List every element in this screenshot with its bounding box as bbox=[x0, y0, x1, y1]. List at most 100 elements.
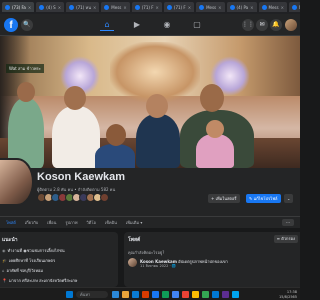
profile-followers[interactable]: ผู้ติดตาม 2.8 พัน คน • กำลังติดตาม 582 ค… bbox=[37, 186, 115, 193]
post-item: Koson Kaewkam อัปเดตรูปภาพหน้าปกของเขา 1… bbox=[128, 258, 296, 278]
cover-person-4-head bbox=[146, 94, 168, 118]
account-avatar[interactable] bbox=[285, 19, 297, 31]
close-tab-icon[interactable]: × bbox=[93, 5, 96, 10]
browser-tab-label: Mess bbox=[299, 5, 300, 10]
cover-person-3-head bbox=[106, 124, 126, 146]
browser-tab-label: Mess bbox=[268, 4, 279, 10]
close-tab-icon[interactable]: × bbox=[250, 5, 253, 10]
edit-profile-button[interactable]: ✎ แก้ไขโปรไฟล์ bbox=[246, 194, 281, 203]
location-pin-icon: 📍 bbox=[2, 278, 7, 283]
profile-tab[interactable]: เพิ่มเติม ▾ bbox=[126, 219, 143, 226]
profile-avatar[interactable] bbox=[0, 158, 34, 206]
facebook-icon bbox=[291, 4, 297, 10]
profile-tab[interactable]: เพื่อน bbox=[47, 219, 56, 226]
close-tab-icon[interactable]: × bbox=[188, 5, 191, 10]
taskbar-app-icon[interactable] bbox=[152, 291, 159, 298]
menu-grid-icon[interactable]: ⋮⋮ bbox=[242, 19, 254, 31]
cover-person-3 bbox=[95, 144, 135, 168]
taskbar-app-icon[interactable] bbox=[132, 291, 139, 298]
facebook-icon bbox=[166, 4, 172, 10]
cover-person-1-head bbox=[17, 82, 35, 102]
search-icon[interactable]: 🔍 bbox=[21, 19, 33, 31]
taskbar-app-icon[interactable] bbox=[112, 291, 119, 298]
browser-tab[interactable]: (4) S × bbox=[36, 2, 65, 12]
close-tab-icon[interactable]: × bbox=[156, 5, 159, 10]
intro-title: แนะนำ bbox=[2, 237, 18, 243]
education-icon: 🎓 bbox=[2, 258, 7, 263]
browser-tab-label: (71) หน bbox=[76, 4, 91, 10]
facebook-icon bbox=[69, 4, 75, 10]
taskbar-search-input[interactable]: ค้นหา bbox=[76, 291, 108, 298]
system-tray-clock[interactable]: 17:38 15/8/2565 bbox=[279, 290, 297, 299]
profile-tab[interactable]: วิดีโอ bbox=[87, 219, 96, 226]
windows-taskbar: ค้นหา 17:38 15/8/2565 bbox=[0, 287, 300, 300]
post-date[interactable]: 11 สิงหาคม 2022 · 🌐 bbox=[140, 263, 176, 269]
facebook-logo-icon[interactable]: f bbox=[4, 18, 18, 32]
taskbar-app-icon[interactable] bbox=[192, 291, 199, 298]
notifications-icon[interactable]: 🔔 bbox=[270, 19, 282, 31]
messenger-icon[interactable]: ✉ bbox=[256, 19, 268, 31]
close-tab-icon[interactable]: × bbox=[281, 5, 284, 10]
taskbar-app-icon[interactable] bbox=[182, 291, 189, 298]
close-tab-icon[interactable]: × bbox=[123, 5, 126, 10]
close-tab-icon[interactable]: × bbox=[58, 5, 61, 10]
browser-tab[interactable]: (73) Fa × bbox=[2, 2, 35, 12]
taskbar-app-icon[interactable] bbox=[172, 291, 179, 298]
profile-tab[interactable]: เกี่ยวกับ bbox=[25, 219, 38, 226]
facebook-top-nav: f 🔍 ⌂ ▶ ◉ ▢ ⋮⋮ ✉ 🔔 bbox=[0, 14, 300, 36]
close-tab-icon[interactable]: × bbox=[218, 5, 221, 10]
groups-icon[interactable]: ◉ bbox=[160, 19, 174, 31]
friend-avatars[interactable] bbox=[37, 193, 109, 202]
taskbar-app-icon[interactable] bbox=[122, 291, 129, 298]
cover-person-2 bbox=[52, 106, 100, 168]
profile-header: Koson Kaewkam ผู้ติดตาม 2.8 พัน คน • กำล… bbox=[0, 158, 300, 216]
browser-tab[interactable]: Mess× bbox=[196, 2, 225, 12]
profile-name: Koson Kaewkam bbox=[37, 171, 126, 183]
posts-title: โพสต์ bbox=[128, 237, 141, 243]
home-icon[interactable]: ⌂ bbox=[100, 19, 114, 31]
taskbar-app-icon[interactable] bbox=[142, 291, 149, 298]
intro-row-lives: ⌂ อาศัยที่ ชลบุรี/วังหอม bbox=[2, 267, 43, 274]
post-composer-prompt[interactable]: คุณกำลังคิดอะไรอยู่? bbox=[128, 249, 164, 256]
browser-tab[interactable]: Mess× bbox=[258, 2, 287, 12]
post-author-avatar[interactable] bbox=[128, 258, 137, 267]
cover-person-2-head bbox=[64, 86, 86, 110]
profile-more-button[interactable]: ··· bbox=[282, 219, 294, 226]
friend-avatar[interactable] bbox=[100, 193, 109, 202]
intro-row-education: 🎓 เคยศึกษาที่ โรงเรียนเกษตร bbox=[2, 257, 55, 264]
browser-tab[interactable]: Mess× bbox=[288, 2, 300, 12]
profile-tab[interactable]: โพสต์ bbox=[6, 219, 16, 226]
taskbar-app-icon[interactable] bbox=[222, 291, 229, 298]
facebook-icon bbox=[104, 4, 110, 10]
gaming-icon[interactable]: ▢ bbox=[190, 19, 204, 31]
close-tab-icon[interactable]: × bbox=[28, 5, 31, 10]
add-to-story-button[interactable]: + เพิ่มในสตอรี่ bbox=[208, 194, 240, 203]
taskbar-app-icon[interactable] bbox=[162, 291, 169, 298]
windows-start-icon[interactable] bbox=[66, 291, 73, 298]
profile-tab[interactable]: เช็คอิน bbox=[105, 219, 117, 226]
profile-tab[interactable]: รูปภาพ bbox=[65, 219, 77, 226]
cover-baby-head bbox=[206, 120, 224, 138]
cover-photo[interactable]: Wat สาม ข้าวพระ bbox=[0, 36, 300, 168]
intro-row-from: 📍 มาจาก ศรีสะเกษ สะเดาจังหวัดศรีสะเกษ bbox=[2, 277, 77, 284]
intro-row-work: ◉ ทำงานที่ ◉ชวนชมการเลี้ยงไก่ชน bbox=[2, 247, 65, 254]
intro-card: แนะนำ ◉ ทำงานที่ ◉ชวนชมการเลี้ยงไก่ชน 🎓 … bbox=[0, 232, 118, 287]
browser-tab[interactable]: (4) Pa × bbox=[226, 2, 257, 12]
video-icon[interactable]: ▶ bbox=[130, 19, 144, 31]
posts-filter-button[interactable]: ≡ ตัวกรอง bbox=[273, 235, 298, 243]
browser-tab[interactable]: (71) F × bbox=[163, 2, 195, 12]
intro-row-text: มาจาก ศรีสะเกษ สะเดาจังหวัดศรีสะเกษ bbox=[8, 278, 78, 283]
facebook-icon bbox=[39, 4, 45, 10]
facebook-icon bbox=[229, 4, 235, 10]
taskbar-app-icon[interactable] bbox=[232, 291, 239, 298]
profile-chevron-down-icon[interactable]: ⌄ bbox=[284, 194, 294, 203]
profile-tabs: โพสต์ เกี่ยวกับ เพื่อน รูปภาพ วิดีโอ เช็คอิน เ… bbox=[0, 216, 300, 228]
facebook-icon bbox=[5, 4, 10, 10]
cover-person-4 bbox=[136, 114, 180, 168]
browser-tab[interactable]: (71) หน × bbox=[66, 2, 100, 12]
browser-tab[interactable]: (71) F × bbox=[131, 2, 162, 12]
taskbar-app-icon[interactable] bbox=[212, 291, 219, 298]
post-action-text: อัปเดตรูปภาพหน้าปกของเขา bbox=[176, 259, 228, 264]
browser-tab[interactable]: Mess× bbox=[101, 2, 130, 12]
taskbar-app-icon[interactable] bbox=[202, 291, 209, 298]
